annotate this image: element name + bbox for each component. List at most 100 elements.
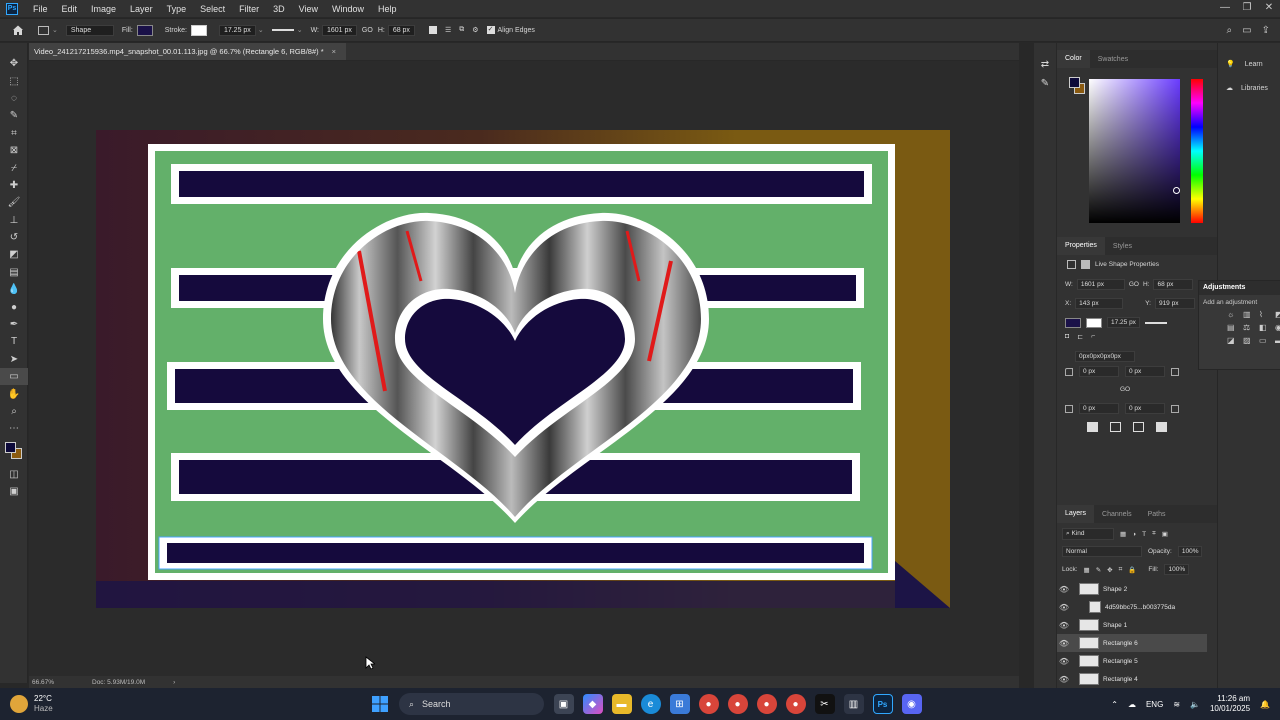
menu-type[interactable]: Type xyxy=(160,4,194,14)
stroke-type-select[interactable]: ⌄ xyxy=(271,26,303,34)
artwork-canvas[interactable] xyxy=(29,61,1019,676)
prop-stroke-type[interactable] xyxy=(1144,321,1167,324)
tab-swatches[interactable]: Swatches xyxy=(1090,56,1136,63)
fill-field[interactable]: 100% xyxy=(1164,564,1190,575)
lock-transparency-icon[interactable]: ▦ xyxy=(1084,566,1090,574)
brightness-icon[interactable]: ☼ xyxy=(1227,310,1239,319)
prop-x-field[interactable]: 143 px xyxy=(1075,298,1124,309)
filter-smart-icon[interactable]: ▣ xyxy=(1162,530,1168,538)
lock-pixels-icon[interactable]: ✎ xyxy=(1096,566,1101,574)
layer-row[interactable]: 👁 Rectangle 5 xyxy=(1057,652,1207,670)
gradient-tool-icon[interactable]: ▤ xyxy=(0,264,28,281)
layer-filter-select[interactable]: ⌕ Kind xyxy=(1062,528,1114,540)
menu-3d[interactable]: 3D xyxy=(266,4,292,14)
clock[interactable]: 11:26 am 10/01/2025 xyxy=(1210,694,1250,714)
menu-window[interactable]: Window xyxy=(325,4,371,14)
notification-icon[interactable]: 🔔 xyxy=(1260,700,1270,709)
stroke-caps-icon[interactable]: ⊏ xyxy=(1077,333,1083,341)
tab-styles[interactable]: Styles xyxy=(1105,243,1140,250)
path-subtract-icon[interactable] xyxy=(1110,422,1121,432)
tab-paths[interactable]: Paths xyxy=(1140,511,1174,518)
prop-width-field[interactable]: 1601 px xyxy=(1076,279,1125,290)
prop-stroke-swatch[interactable] xyxy=(1086,317,1102,328)
menu-layer[interactable]: Layer xyxy=(123,4,160,14)
discord-icon[interactable]: ◉ xyxy=(901,694,922,714)
link-icon[interactable]: GO xyxy=(362,27,373,34)
tab-layers[interactable]: Layers xyxy=(1057,505,1095,523)
eye-icon[interactable]: 👁 xyxy=(1057,603,1071,612)
gear-icon[interactable]: ⚙ xyxy=(472,26,478,34)
prop-height-field[interactable]: 68 px xyxy=(1153,279,1194,290)
exposure-icon[interactable]: ◩ xyxy=(1275,310,1280,319)
color-foreground-swatch[interactable] xyxy=(1069,77,1080,88)
menu-help[interactable]: Help xyxy=(371,4,404,14)
tray-icon[interactable]: ☁ xyxy=(1128,700,1136,709)
hand-tool-icon[interactable]: ✋ xyxy=(0,385,28,402)
stroke-swatch[interactable] xyxy=(190,24,207,36)
history-brush-tool-icon[interactable]: ↺ xyxy=(0,229,28,246)
copilot-icon[interactable]: ◆ xyxy=(582,694,603,714)
type-tool-icon[interactable]: T xyxy=(0,333,28,350)
path-intersect-icon[interactable] xyxy=(1133,422,1144,432)
stroke-align-icon[interactable]: ◘ xyxy=(1065,333,1069,341)
path-exclude-icon[interactable] xyxy=(1156,422,1167,432)
chrome-icon-4[interactable]: ● xyxy=(785,694,806,714)
prop-link-icon[interactable]: GO xyxy=(1129,281,1139,288)
dodge-tool-icon[interactable]: ● xyxy=(0,298,28,315)
healing-brush-tool-icon[interactable]: ✚ xyxy=(0,177,28,194)
screen-mode-icon[interactable]: ▣ xyxy=(0,483,28,500)
color-balance-icon[interactable]: ⚖ xyxy=(1243,323,1255,332)
wifi-icon[interactable]: ≋ xyxy=(1173,700,1180,709)
filter-pixel-icon[interactable]: ▦ xyxy=(1120,530,1126,538)
restore-button[interactable]: ❐ xyxy=(1236,0,1258,15)
photoshop-taskbar-icon[interactable]: Ps xyxy=(872,694,893,714)
foreground-color-swatch[interactable] xyxy=(5,441,16,453)
menu-select[interactable]: Select xyxy=(193,4,232,14)
menu-image[interactable]: Image xyxy=(84,4,123,14)
stroke-width-field[interactable]: 17.25 px ⌄ xyxy=(218,24,264,36)
posterize-icon[interactable]: ▨ xyxy=(1243,336,1255,345)
language-indicator[interactable]: ENG xyxy=(1146,700,1163,709)
eye-icon[interactable]: 👁 xyxy=(1057,657,1071,666)
stripe-1[interactable] xyxy=(179,171,864,197)
hue-slider[interactable] xyxy=(1191,79,1203,223)
stroke-corners-icon[interactable]: ⌐ xyxy=(1091,333,1095,341)
prop-y-field[interactable]: 919 px xyxy=(1154,298,1195,309)
history-icon[interactable]: ⇄ xyxy=(1034,59,1056,70)
brush-tool-icon[interactable]: 🖌 xyxy=(0,194,28,211)
path-alignment-icon[interactable]: ☰ xyxy=(445,26,451,34)
path-selection-tool-icon[interactable]: ➤ xyxy=(0,351,28,368)
corner-radius-summary[interactable]: 0px0px0px0px xyxy=(1075,351,1135,362)
eye-icon[interactable]: 👁 xyxy=(1057,621,1071,630)
pen-tool-icon[interactable]: ✒ xyxy=(0,316,28,333)
chrome-icon-3[interactable]: ● xyxy=(756,694,777,714)
filter-adjustment-icon[interactable]: ◑ xyxy=(1132,531,1136,538)
chrome-icon-2[interactable]: ● xyxy=(727,694,748,714)
threshold-icon[interactable]: ▭ xyxy=(1259,336,1271,345)
layer-row[interactable]: 👁 Rectangle 4 xyxy=(1057,670,1207,688)
menu-view[interactable]: View xyxy=(292,4,325,14)
workspace-icon[interactable]: ▭ xyxy=(1242,25,1251,36)
eye-icon[interactable]: 👁 xyxy=(1057,675,1071,684)
stripe-5-selected[interactable] xyxy=(167,543,864,563)
corner-bl-field[interactable]: 0 px xyxy=(1079,403,1119,414)
height-field[interactable]: 68 px xyxy=(387,24,415,36)
zoom-level[interactable]: 66.67% xyxy=(32,679,87,686)
equalizer-icon[interactable]: ▥ xyxy=(843,694,864,714)
levels-icon[interactable]: ▥ xyxy=(1243,310,1255,319)
invert-icon[interactable]: ◪ xyxy=(1227,336,1239,345)
libraries-item[interactable]: ☁ Libraries xyxy=(1226,84,1280,93)
close-tab-icon[interactable]: × xyxy=(332,47,336,56)
edge-icon[interactable]: e xyxy=(640,694,661,714)
document-tab[interactable]: Video_241217215936.mp4_snapshot_00.01.11… xyxy=(29,43,347,60)
capcut-icon[interactable]: ✂ xyxy=(814,694,835,714)
task-view-icon[interactable]: ▣ xyxy=(553,694,574,714)
taskbar-search[interactable]: ⌕ Search xyxy=(399,693,544,715)
layer-row-selected[interactable]: 👁 Rectangle 6 xyxy=(1057,634,1207,652)
quick-mask-icon[interactable]: ◫ xyxy=(0,466,28,483)
curves-icon[interactable]: ⌇ xyxy=(1259,310,1271,319)
prop-stroke-width[interactable]: 17.25 px xyxy=(1107,317,1140,328)
store-icon[interactable]: ⊞ xyxy=(669,694,690,714)
frame-tool-icon[interactable]: ⊠ xyxy=(0,142,28,159)
file-explorer-icon[interactable]: ▬ xyxy=(611,694,632,714)
